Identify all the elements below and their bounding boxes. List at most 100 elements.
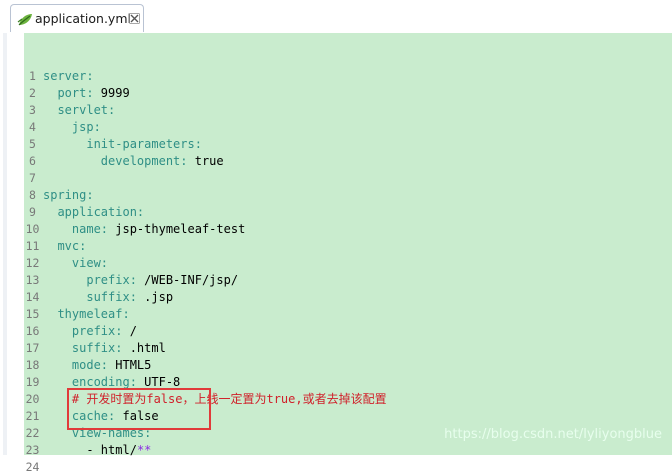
line-number: 4 [29,120,36,134]
line-number: 21 [25,409,40,423]
yaml-value: 9999 [93,86,130,100]
yaml-key: suffix: [71,341,123,355]
yaml-key: prefix: [86,273,137,287]
code-text: servlet: [43,102,115,119]
code-line[interactable]: 2 port: 9999 [24,85,672,102]
code-text: prefix: /WEB-INF/jsp/ [43,272,238,289]
code-text: jsp: [43,119,101,136]
code-line[interactable]: 5 init-parameters: [24,136,672,153]
line-number: 6 [29,154,36,168]
yaml-value: true [187,154,224,168]
line-number: 22 [25,426,40,440]
code-line[interactable]: 14 suffix: .jsp [24,289,672,306]
code-line[interactable]: 6 development: true [24,153,672,170]
yaml-key: name: [71,222,109,236]
yaml-value: UTF-8 [136,375,181,389]
yaml-value: jsp-thymeleaf-test [108,222,246,236]
yaml-key: spring: [43,188,94,202]
code-text: view: [43,255,108,272]
code-text: port: 9999 [43,85,130,102]
code-text: init-parameters: [43,136,202,153]
code-line[interactable]: 4 jsp: [24,119,672,136]
line-number: 17 [25,341,40,355]
line-number: 14 [25,290,40,304]
code-line[interactable]: 8 spring: [24,187,672,204]
line-number: 5 [29,137,36,151]
code-line[interactable]: 15 thymeleaf: [24,306,672,323]
line-number: 1 [29,69,36,83]
code-text: suffix: .jsp [43,289,173,306]
yaml-key: prefix: [71,324,123,338]
yaml-key: development: [100,154,188,168]
editor-tab-bar: application.yml [0,0,672,34]
code-text: prefix: / [43,323,137,340]
yaml-value: .html [122,341,166,355]
code-line[interactable]: 16 prefix: / [24,323,672,340]
line-number: 10 [25,222,40,236]
code-line[interactable]: 18 mode: HTML5 [24,357,672,374]
yaml-value: /WEB-INF/jsp/ [136,273,239,287]
line-number: 20 [25,392,40,406]
close-icon[interactable] [128,10,141,24]
code-line[interactable]: 23 - html/** [24,442,672,459]
code-text: server: [43,68,94,85]
line-number: 16 [25,324,40,338]
yaml-key: suffix: [86,290,137,304]
yaml-key: encoding: [71,375,137,389]
line-number: 24 [25,460,40,474]
code-line[interactable]: 12 view: [24,255,672,272]
yaml-value: / [122,324,137,338]
code-line[interactable]: 13 prefix: /WEB-INF/jsp/ [24,272,672,289]
watermark: https://blog.csdn.net/lyliyongblue [444,427,662,442]
code-line[interactable]: 1 server: [24,68,672,85]
code-text: name: jsp-thymeleaf-test [43,221,245,238]
code-text: - html/** [43,442,151,459]
yaml-key: server: [43,69,94,83]
yaml-key: mvc: [57,239,87,253]
line-number: 3 [29,103,36,117]
code-line[interactable]: 3 servlet: [24,102,672,119]
line-number: 12 [25,256,40,270]
line-number: 15 [25,307,40,321]
code-text: spring: [43,187,94,204]
code-text: thymeleaf: [43,306,130,323]
code-text: development: true [43,153,224,170]
code-text: suffix: .html [43,340,166,357]
code-text: mvc: [43,238,86,255]
yaml-value: HTML5 [108,358,152,372]
yaml-key: view: [71,256,109,270]
line-number: 2 [29,86,36,100]
line-number: 8 [29,188,36,202]
code-line[interactable]: 24 [24,459,672,476]
yaml-key: port: [57,86,94,100]
code-line[interactable]: 11 mvc: [24,238,672,255]
tab-application-yml[interactable]: application.yml [10,4,144,32]
line-number: 11 [25,239,40,253]
yaml-key: thymeleaf: [57,307,130,321]
code-line[interactable]: 9 application: [24,204,672,221]
code-line[interactable]: 17 suffix: .html [24,340,672,357]
line-number: 18 [25,358,40,372]
line-number: 7 [29,171,36,185]
line-number: 9 [29,205,36,219]
line-number: 19 [25,375,40,389]
code-text: application: [43,204,144,221]
line-number: 13 [25,273,40,287]
code-line[interactable]: 7 [24,170,672,187]
tab-title: application.yml [35,11,131,26]
code-line[interactable]: 10 name: jsp-thymeleaf-test [24,221,672,238]
yaml-key: application: [57,205,145,219]
